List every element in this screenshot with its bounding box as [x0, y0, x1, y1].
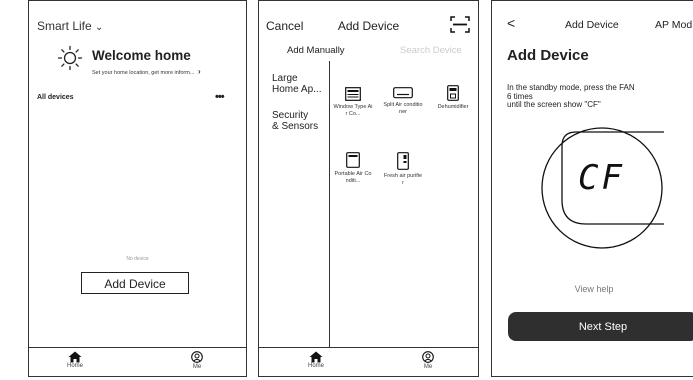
- tab-home[interactable]: Home: [296, 351, 336, 369]
- portable-ac-icon: [333, 152, 373, 168]
- instruction-text: In the standby mode, press the FAN 6 tim…: [507, 83, 635, 110]
- dehumidifier-icon: [433, 85, 473, 101]
- scan-icon[interactable]: [450, 16, 470, 33]
- device-label: Dehumidifier: [437, 104, 469, 110]
- device-split-ac[interactable]: Split Air conditioner: [383, 87, 423, 115]
- category-divider: [329, 61, 330, 351]
- bottom-tab-bar: Home Me: [259, 347, 478, 376]
- tab-home[interactable]: Home: [55, 351, 95, 369]
- home-screen: Smart Life ⌄ Welcome home Set your home …: [28, 0, 247, 377]
- air-purifier-icon: [383, 152, 423, 170]
- instruction-line: until the screen show "CF": [507, 100, 601, 109]
- display-readout: CF: [578, 158, 625, 198]
- bottom-tab-bar: Home Me: [29, 347, 246, 376]
- category-label-line2: & Sensors: [272, 121, 319, 132]
- device-window-type-ac[interactable]: Window Type Air Co...: [333, 87, 373, 117]
- device-fresh-air-purifier[interactable]: Fresh air purifier: [383, 152, 423, 186]
- category-label-line1: Large: [272, 73, 298, 84]
- add-device-screen: Cancel Add Device Add Manually Search De…: [258, 0, 479, 377]
- chevron-down-icon: ⌄: [95, 22, 104, 33]
- display-illustration: CF: [540, 126, 664, 250]
- device-label: Portable Air Conditi...: [334, 171, 372, 184]
- category-large-home-appliances[interactable]: Large Home Ap...: [272, 73, 321, 95]
- device-label: Window Type Air Co...: [333, 104, 373, 117]
- home-icon: [55, 351, 95, 363]
- empty-state-text: No device: [126, 256, 149, 262]
- home-name: Smart Life: [37, 19, 92, 33]
- page-title: Add Device: [565, 19, 619, 31]
- tab-search-device[interactable]: Search Device: [400, 45, 462, 56]
- category-label-line2: Home Ap...: [272, 84, 322, 95]
- device-portable-ac[interactable]: Portable Air Conditi...: [333, 152, 373, 184]
- screen-heading: Add Device: [507, 47, 589, 64]
- device-label: Fresh air purifier: [383, 173, 423, 186]
- add-device-button[interactable]: Add Device: [81, 272, 189, 294]
- me-icon: [408, 351, 448, 364]
- sun-icon: [57, 45, 83, 71]
- welcome-title: Welcome home: [92, 48, 191, 63]
- back-button[interactable]: <: [507, 15, 515, 31]
- tab-home-label: Home: [66, 363, 83, 369]
- mode-switch[interactable]: AP Mod: [655, 19, 692, 31]
- tab-me[interactable]: Me: [408, 351, 448, 370]
- tab-me[interactable]: Me: [177, 351, 217, 370]
- category-security-sensors[interactable]: Security & Sensors: [272, 110, 318, 132]
- more-menu-icon[interactable]: •••: [215, 91, 225, 103]
- ap-mode-screen: < Add Device AP Mod Add Device In the st…: [491, 0, 693, 377]
- me-icon: [177, 351, 217, 364]
- home-selector[interactable]: Smart Life ⌄: [37, 19, 103, 33]
- next-step-button[interactable]: Next Step: [508, 312, 693, 341]
- page-title: Add Device: [337, 19, 400, 33]
- tab-me-label: Me: [423, 364, 433, 370]
- split-ac-icon: [383, 87, 423, 99]
- tab-me-label: Me: [192, 364, 202, 370]
- view-help-link[interactable]: View help: [492, 284, 693, 294]
- welcome-subtitle: Set your home location, get more inform.…: [92, 70, 195, 76]
- device-dehumidifier[interactable]: Dehumidifier: [433, 85, 473, 111]
- set-location-link[interactable]: Set your home location, get more inform.…: [92, 67, 201, 76]
- home-icon: [296, 351, 336, 363]
- category-label-line1: Security: [272, 110, 309, 121]
- all-devices-label: All devices: [37, 94, 74, 101]
- device-label: Split Air conditioner: [383, 102, 423, 115]
- chevron-right-icon: ›: [197, 67, 201, 76]
- tab-add-manually[interactable]: Add Manually: [287, 45, 345, 56]
- window-ac-icon: [333, 87, 373, 101]
- tab-home-label: Home: [307, 363, 324, 369]
